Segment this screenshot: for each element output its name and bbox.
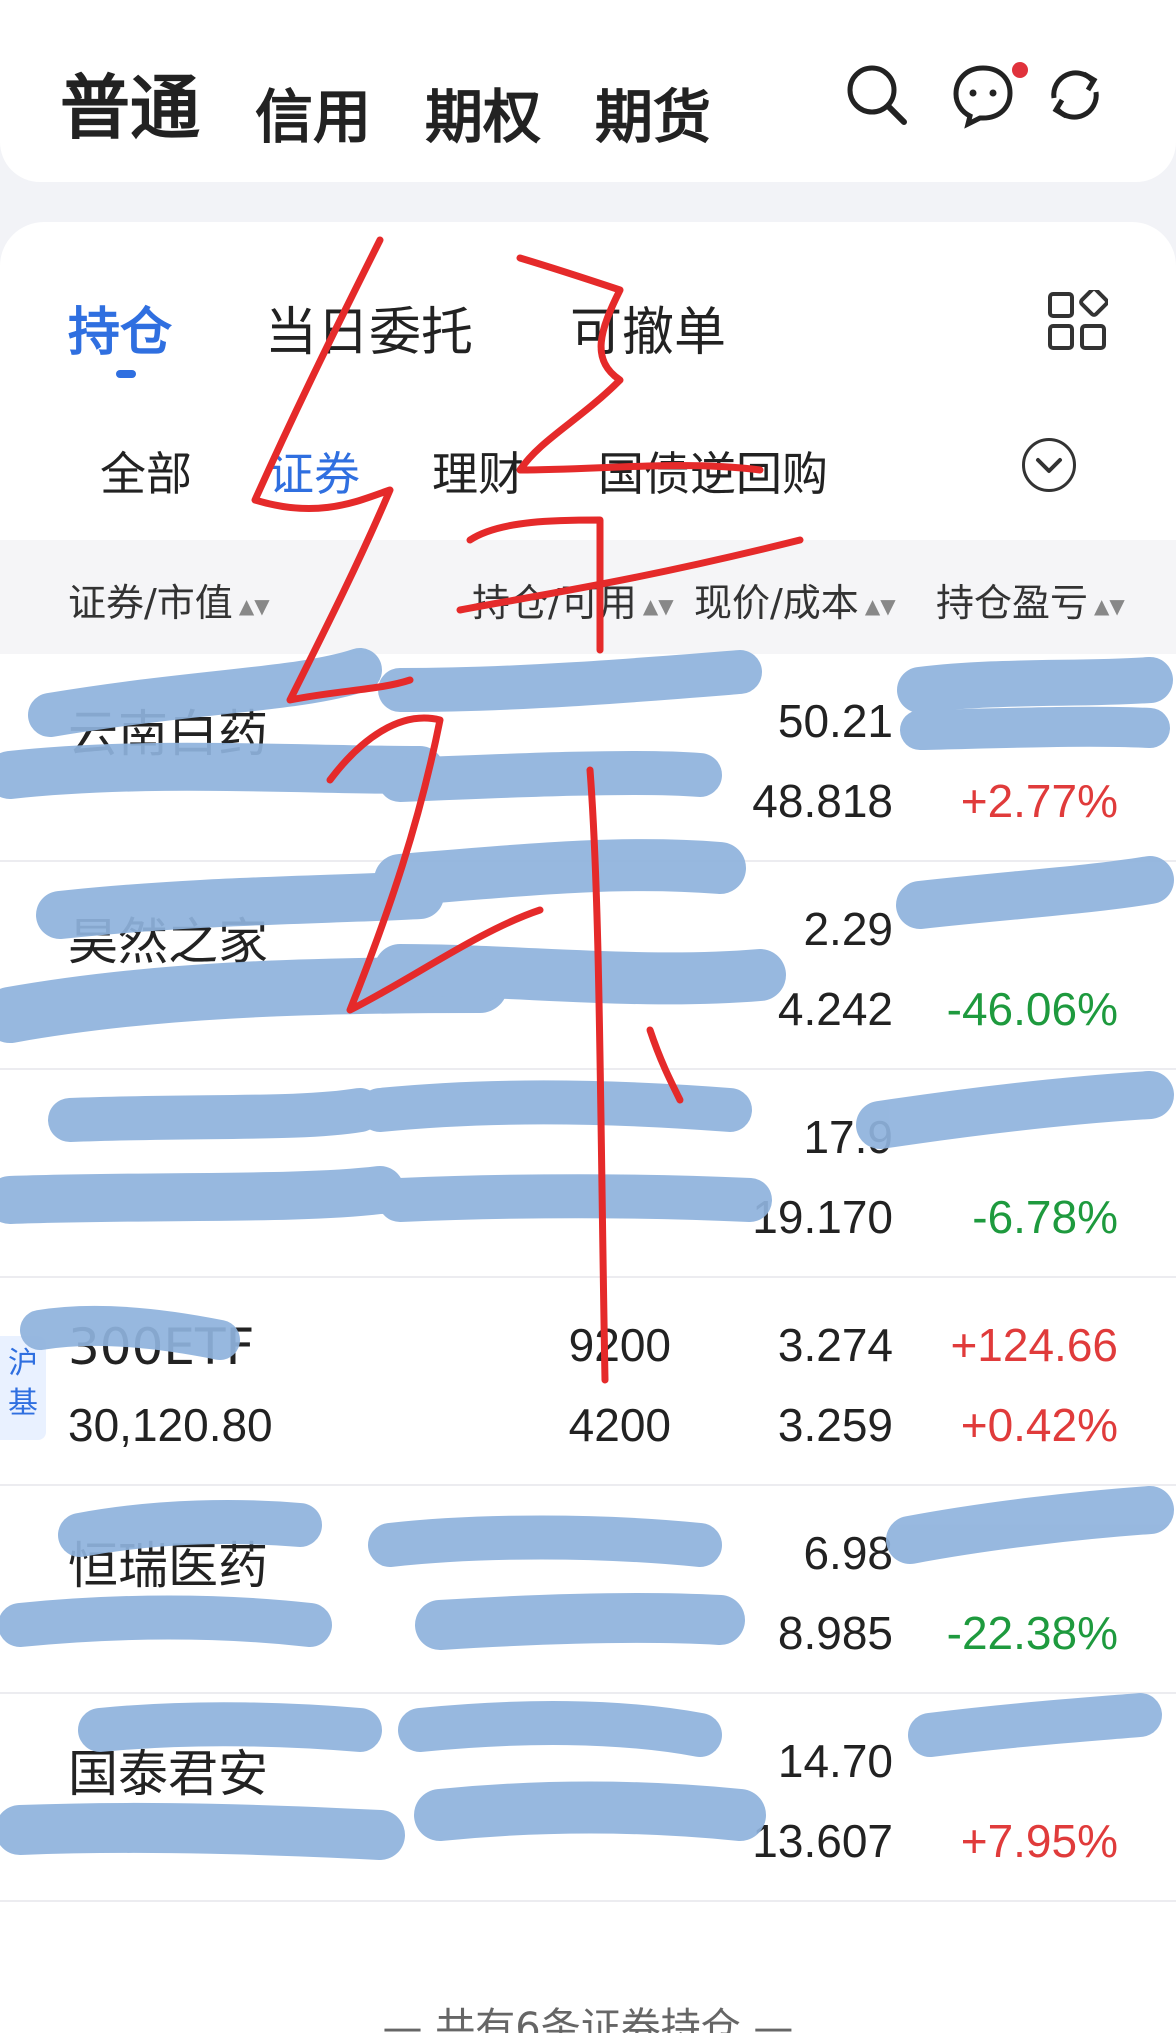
cost-price: 19.170 bbox=[752, 1191, 893, 1243]
current-price: 2.29 bbox=[803, 903, 893, 955]
table-row[interactable]: 恒瑞医药 6.98 8.985 -22.38% bbox=[0, 1486, 1176, 1694]
cost-price: 48.818 bbox=[752, 775, 893, 827]
market-value: 30,120.80 bbox=[68, 1399, 273, 1451]
current-price: 14.70 bbox=[777, 1735, 893, 1787]
tab-normal[interactable]: 普通 bbox=[60, 52, 200, 153]
market-badge: 沪基 bbox=[0, 1336, 46, 1440]
cost-price: 8.985 bbox=[777, 1607, 893, 1659]
current-price: 17.9 bbox=[803, 1111, 893, 1163]
cost-price: 13.607 bbox=[752, 1815, 893, 1867]
header-security[interactable]: 证券/市值 ▲▼ bbox=[68, 572, 270, 627]
security-name: 云南白药 bbox=[68, 705, 268, 763]
table-row[interactable]: 沪基 300ETF 30,120.80 9200 4200 3.274 3.25… bbox=[0, 1278, 1176, 1486]
header-price[interactable]: 现价/成本 ▲▼ bbox=[694, 572, 896, 627]
table-row[interactable]: 国泰君安 14.70 13.607 +7.95% bbox=[0, 1694, 1176, 1902]
pnl-percent: -6.78% bbox=[972, 1191, 1118, 1243]
security-name: 国泰君安 bbox=[68, 1745, 268, 1803]
header-pnl[interactable]: 持仓盈亏 ▲▼ bbox=[936, 572, 1125, 627]
refresh-icon[interactable] bbox=[1040, 60, 1110, 130]
cost-price: 3.259 bbox=[777, 1399, 893, 1451]
current-price: 6.98 bbox=[803, 1527, 893, 1579]
pnl-percent: +0.42% bbox=[960, 1399, 1118, 1451]
security-name: 300ETF bbox=[68, 1318, 255, 1376]
tab-indicator bbox=[116, 370, 136, 378]
pnl-percent: -46.06% bbox=[946, 983, 1118, 1035]
pnl-amount: +124.66 bbox=[950, 1319, 1118, 1371]
security-name: 恒瑞医药 bbox=[68, 1537, 268, 1595]
tab-credit[interactable]: 信用 bbox=[255, 70, 371, 154]
chevron-down-icon[interactable] bbox=[1022, 438, 1076, 492]
pnl-percent: -22.38% bbox=[946, 1607, 1118, 1659]
filter-securities[interactable]: 证券 bbox=[268, 438, 360, 504]
security-name: 昊然之家 bbox=[68, 913, 268, 971]
tab-cancelable[interactable]: 可撤单 bbox=[570, 290, 726, 365]
notification-dot bbox=[1012, 62, 1028, 78]
table-row[interactable]: 17.9 19.170 -6.78% bbox=[0, 1070, 1176, 1278]
current-price: 50.21 bbox=[777, 695, 893, 747]
message-icon[interactable] bbox=[948, 60, 1018, 130]
filter-reverse-repo[interactable]: 国债逆回购 bbox=[598, 438, 828, 504]
tab-today-orders[interactable]: 当日委托 bbox=[265, 290, 473, 365]
pnl-percent: +7.95% bbox=[960, 1815, 1118, 1867]
filter-wealth[interactable]: 理财 bbox=[432, 438, 524, 504]
filter-all[interactable]: 全部 bbox=[100, 438, 192, 504]
search-icon[interactable] bbox=[842, 60, 912, 130]
tab-options[interactable]: 期权 bbox=[425, 70, 541, 154]
holdings-count-footer: — 共有6条证券持仓 — bbox=[382, 2005, 794, 2033]
current-price: 3.274 bbox=[777, 1319, 893, 1371]
available-qty: 4200 bbox=[568, 1399, 671, 1451]
position-qty: 9200 bbox=[568, 1319, 671, 1371]
tab-holdings[interactable]: 持仓 bbox=[68, 290, 172, 365]
header-position[interactable]: 持仓/可用 ▲▼ bbox=[472, 572, 674, 627]
pnl-percent: +2.77% bbox=[960, 775, 1118, 827]
grid-menu-icon[interactable] bbox=[1046, 287, 1109, 352]
table-row[interactable]: 云南白药 50.21 48.818 +2.77% bbox=[0, 654, 1176, 862]
tab-futures[interactable]: 期货 bbox=[595, 70, 711, 154]
cost-price: 4.242 bbox=[777, 983, 893, 1035]
table-row[interactable]: 昊然之家 2.29 4.242 -46.06% bbox=[0, 862, 1176, 1070]
